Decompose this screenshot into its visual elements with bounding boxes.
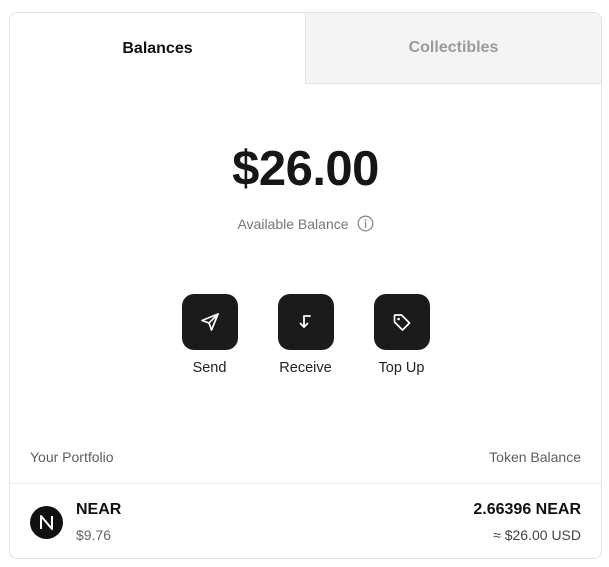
balance-amount: $26.00	[232, 142, 379, 196]
action-buttons: Send Receive Top Up	[10, 294, 601, 376]
receive-action[interactable]: Receive	[277, 294, 334, 376]
portfolio-title: Your Portfolio	[30, 449, 114, 465]
receive-arrow-icon	[299, 315, 311, 328]
send-button[interactable]	[181, 294, 238, 350]
send-icon	[200, 313, 219, 331]
tab-bar: Balances Collectibles	[10, 13, 601, 84]
top-up-label: Top Up	[378, 360, 425, 376]
token-name: NEAR	[76, 501, 122, 518]
token-amount: 2.66396 NEAR	[473, 501, 581, 518]
receive-label: Receive	[279, 360, 332, 376]
tab-collectibles[interactable]: Collectibles	[305, 13, 601, 84]
token-usd-value: ≈ $26.00 USD	[493, 527, 581, 543]
token-price: $9.76	[76, 527, 112, 543]
near-logo-icon	[30, 505, 63, 539]
top-up-action[interactable]: Top Up	[373, 294, 430, 376]
tab-balances[interactable]: Balances	[10, 13, 305, 84]
info-circle-icon[interactable]	[357, 215, 374, 232]
send-label: Send	[192, 360, 227, 376]
token-balance: 2.66396 NEAR ≈ $26.00 USD	[473, 501, 581, 543]
token-row-near[interactable]: NEAR $9.76 2.66396 NEAR ≈ $26.00 USD	[10, 484, 601, 558]
token-balance-title: Token Balance	[489, 449, 581, 465]
tag-icon	[393, 314, 410, 331]
top-up-button[interactable]	[373, 294, 430, 350]
portfolio-header: Your Portfolio Token Balance	[30, 449, 581, 465]
receive-button[interactable]	[277, 294, 334, 350]
wallet-card: Balances Collectibles $26.00 Available B…	[9, 12, 602, 559]
send-action[interactable]: Send	[181, 294, 238, 376]
token-info: NEAR $9.76	[76, 501, 121, 543]
balance-label: Available Balance	[237, 215, 349, 232]
balance-label-row: Available Balance	[10, 215, 601, 232]
